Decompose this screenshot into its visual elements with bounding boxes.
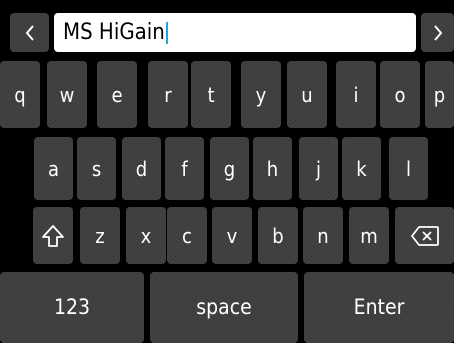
key-e[interactable]: e <box>97 61 137 128</box>
key-n[interactable]: n <box>303 207 343 264</box>
name-input-value: MS HiGain <box>63 20 165 45</box>
key-y[interactable]: y <box>241 61 281 128</box>
key-s[interactable]: s <box>77 137 116 200</box>
shift-arrow-icon <box>42 224 64 247</box>
key-k[interactable]: k <box>342 137 381 200</box>
key-c[interactable]: c <box>167 207 207 264</box>
key-b[interactable]: b <box>258 207 298 264</box>
key-j[interactable]: j <box>299 137 338 200</box>
name-input[interactable]: MS HiGain <box>54 13 416 52</box>
shift-key[interactable] <box>33 207 73 264</box>
key-m[interactable]: m <box>349 207 389 264</box>
key-t[interactable]: t <box>191 61 231 128</box>
numbers-key[interactable]: 123 <box>0 272 144 343</box>
key-u[interactable]: u <box>287 61 327 128</box>
chevron-right-icon <box>433 24 442 41</box>
key-r[interactable]: r <box>148 61 188 128</box>
cursor-right-button[interactable] <box>421 13 454 52</box>
space-key[interactable]: space <box>150 272 298 343</box>
key-p[interactable]: p <box>425 61 454 128</box>
key-d[interactable]: d <box>122 137 161 200</box>
key-g[interactable]: g <box>210 137 249 200</box>
key-z[interactable]: z <box>80 207 120 264</box>
key-w[interactable]: w <box>47 61 87 128</box>
key-i[interactable]: i <box>336 61 376 128</box>
key-l[interactable]: l <box>389 137 428 200</box>
on-screen-keyboard: MS HiGain qwertyuiop asdfghjkl zxcvbnm 1… <box>0 0 454 343</box>
key-o[interactable]: o <box>380 61 420 128</box>
enter-key[interactable]: Enter <box>304 272 454 343</box>
key-a[interactable]: a <box>34 137 73 200</box>
text-caret <box>165 21 168 44</box>
chevron-left-icon <box>25 24 34 41</box>
key-h[interactable]: h <box>253 137 292 200</box>
backspace-key[interactable] <box>395 207 454 264</box>
key-v[interactable]: v <box>212 207 252 264</box>
key-q[interactable]: q <box>0 61 40 128</box>
backspace-icon <box>410 225 439 246</box>
key-x[interactable]: x <box>126 207 166 264</box>
cursor-left-button[interactable] <box>10 13 49 52</box>
key-f[interactable]: f <box>165 137 204 200</box>
